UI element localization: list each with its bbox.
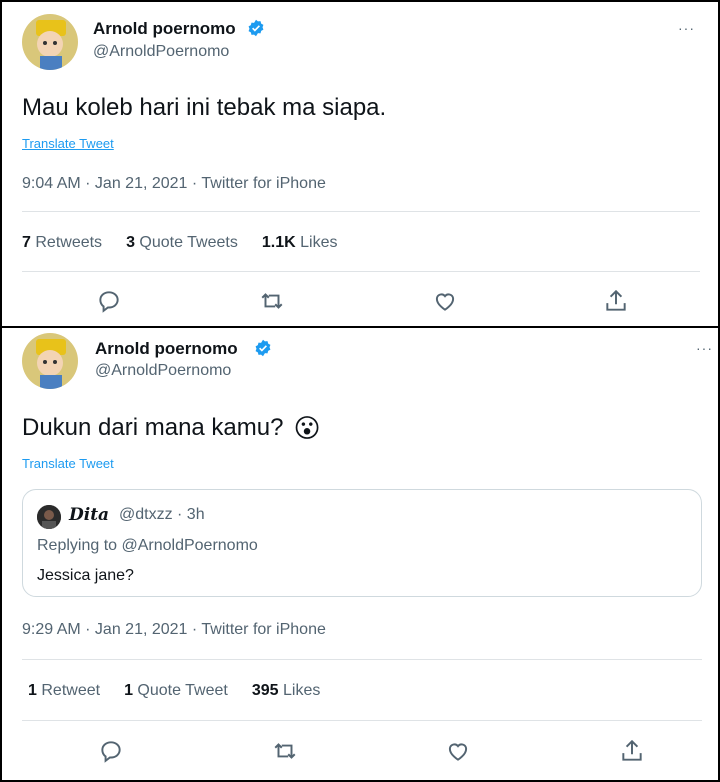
replying-to: Replying to @ArnoldPoernomo [37,537,258,554]
tweet-meta[interactable]: 9:04 AM · Jan 21, 2021 · Twitter for iPh… [22,175,326,193]
retweet-icon[interactable] [272,738,298,764]
retweet-icon[interactable] [259,288,285,314]
quoted-handle-time[interactable]: @dtxzz · 3h [119,506,205,524]
like-icon[interactable] [445,738,471,764]
quoted-text: Jessica jane? [37,567,134,584]
reply-icon[interactable] [98,738,124,764]
author-name[interactable]: Arnold poernomo [95,339,238,359]
tweet-card[interactable]: Arnold poernomo @ArnoldPoernomo ··· Mau … [0,0,720,328]
author-handle[interactable]: @ArnoldPoernomo [95,362,231,380]
tweet-text-row: Dukun dari mana kamu? 😮 [22,414,321,442]
tweet-text: Dukun dari mana kamu? [22,414,284,441]
quote-tweet-count[interactable]: 3 Quote Tweets [126,234,238,252]
tweet-card[interactable]: Arnold poernomo @ArnoldPoernomo ··· Duku… [0,326,720,782]
tweet-text: Mau koleb hari ini tebak ma siapa. [22,94,387,121]
like-count[interactable]: 395 Likes [252,682,321,700]
more-icon[interactable]: ··· [678,20,695,36]
author-handle[interactable]: @ArnoldPoernomo [93,43,229,61]
translate-link[interactable]: Translate Tweet [22,136,114,151]
divider [22,211,700,212]
divider [22,271,700,272]
share-icon[interactable] [619,738,645,764]
author-name[interactable]: Arnold poernomo [93,19,236,39]
like-icon[interactable] [432,288,458,314]
retweet-count[interactable]: 1 Retweet [28,682,100,700]
verified-badge-icon [254,339,272,357]
share-icon[interactable] [603,288,629,314]
avatar[interactable] [22,333,78,389]
tweet-meta[interactable]: 9:29 AM · Jan 21, 2021 · Twitter for iPh… [22,621,326,639]
astonished-face-emoji: 😮 [293,413,321,443]
translate-link[interactable]: Translate Tweet [22,456,114,471]
engagement-stats: 7 Retweets 3 Quote Tweets 1.1K Likes [22,234,337,252]
engagement-stats: 1 Retweet 1 Quote Tweet 395 Likes [28,682,320,700]
more-icon[interactable]: ··· [696,340,713,356]
quoted-avatar[interactable] [37,505,61,529]
divider [22,720,702,721]
divider [22,659,702,660]
quoted-author-name[interactable]: Dita [69,505,109,525]
screenshot-frame: Arnold poernomo @ArnoldPoernomo ··· Mau … [0,0,720,782]
retweet-count[interactable]: 7 Retweets [22,234,102,252]
avatar[interactable] [22,14,78,70]
quoted-tweet[interactable]: Dita @dtxzz · 3h Replying to @ArnoldPoer… [22,489,702,597]
quote-tweet-count[interactable]: 1 Quote Tweet [124,682,228,700]
verified-badge-icon [247,19,265,37]
like-count[interactable]: 1.1K Likes [262,234,338,252]
reply-icon[interactable] [96,288,122,314]
